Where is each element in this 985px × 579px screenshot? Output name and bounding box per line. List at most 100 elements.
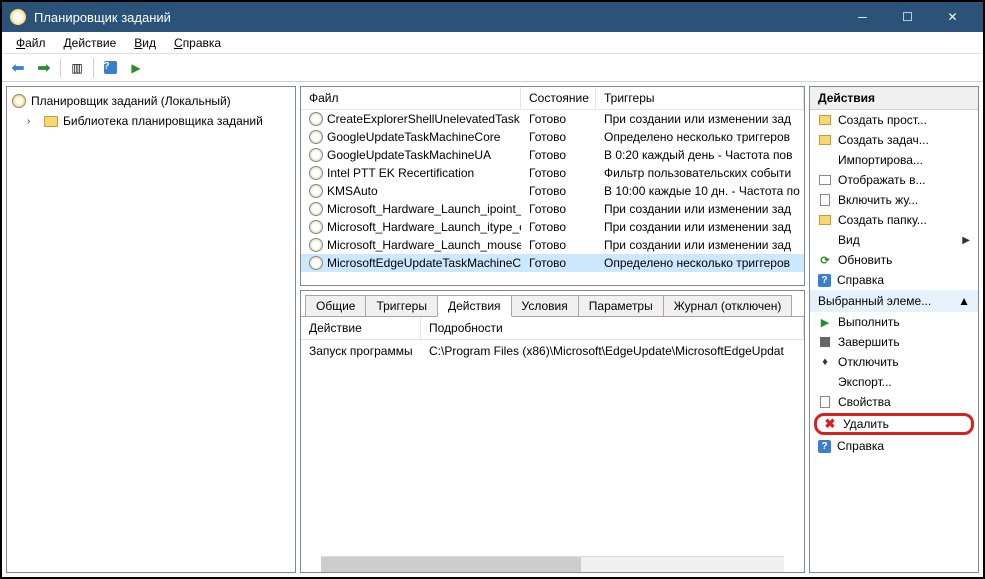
display-icon (818, 173, 832, 187)
folder-icon (43, 113, 59, 129)
menu-action[interactable]: Действие (56, 34, 125, 52)
tab-settings[interactable]: Параметры (578, 295, 664, 316)
task-list-header: Файл Состояние Триггеры (301, 87, 804, 110)
action-properties[interactable]: Свойства (810, 392, 978, 412)
stop-icon (818, 335, 832, 349)
back-button[interactable]: ⬅ (6, 57, 30, 79)
task-icon (309, 238, 323, 252)
menu-view[interactable]: Вид (126, 34, 164, 52)
run-icon: ▶ (131, 61, 140, 75)
actions-header: Действия (810, 87, 978, 110)
task-icon (309, 166, 323, 180)
refresh-icon: ⟳ (818, 253, 832, 267)
action-import[interactable]: Импортирова... (810, 150, 978, 170)
tab-actions[interactable]: Действия (437, 295, 512, 317)
help-icon: ? (818, 440, 831, 453)
horizontal-scrollbar[interactable] (321, 556, 784, 572)
action-help-2[interactable]: ?Справка (810, 436, 978, 456)
create-icon (818, 113, 832, 127)
action-refresh[interactable]: ⟳Обновить (810, 250, 978, 270)
action-disable[interactable]: ♦Отключить (810, 352, 978, 372)
detail-row[interactable]: Запуск программы C:\Program Files (x86)\… (301, 340, 804, 362)
forward-arrow-icon: ➡ (37, 58, 50, 78)
clock-icon (11, 93, 27, 109)
task-icon (309, 256, 323, 270)
import-icon (818, 153, 832, 167)
center-panel: Файл Состояние Триггеры CreateExplorerSh… (300, 86, 805, 573)
help-button[interactable]: ? (98, 57, 122, 79)
detail-action-value: Запуск программы (301, 342, 421, 360)
create-task-icon (818, 133, 832, 147)
action-delete[interactable]: ✖Удалить (814, 413, 974, 435)
action-end[interactable]: Завершить (810, 332, 978, 352)
detail-scroll-area (301, 362, 804, 556)
play-icon: ▶ (818, 315, 832, 329)
log-icon (818, 193, 832, 207)
header-triggers[interactable]: Триггеры (596, 87, 804, 109)
run-button[interactable]: ▶ (124, 57, 148, 79)
actions-panel: Действия Создать прост... Создать задач.… (809, 86, 979, 573)
toolbar-separator (93, 59, 94, 77)
tab-triggers[interactable]: Триггеры (365, 295, 438, 316)
detail-panel: Общие Триггеры Действия Условия Параметр… (300, 290, 805, 573)
toolbar-separator (60, 59, 61, 77)
action-view[interactable]: Вид▶ (810, 230, 978, 250)
help-icon: ? (104, 61, 117, 74)
delete-icon: ✖ (823, 417, 837, 431)
task-icon (309, 148, 323, 162)
disable-icon: ♦ (818, 355, 832, 369)
titlebar: Планировщик заданий ─ ☐ ✕ (2, 2, 983, 32)
tab-conditions[interactable]: Условия (511, 295, 579, 316)
window-controls: ─ ☐ ✕ (840, 2, 975, 32)
tree-root[interactable]: Планировщик заданий (Локальный) (11, 91, 291, 111)
action-display-all[interactable]: Отображать в... (810, 170, 978, 190)
task-icon (309, 220, 323, 234)
show-hide-button[interactable]: ▥ (65, 57, 89, 79)
task-row[interactable]: Microsoft_Hardware_Launch_itype_exeГотов… (301, 218, 804, 236)
detail-header-details[interactable]: Подробности (421, 317, 804, 339)
scrollbar-thumb[interactable] (321, 557, 581, 572)
back-arrow-icon: ⬅ (11, 58, 24, 78)
action-export[interactable]: Экспорт... (810, 372, 978, 392)
action-section-selected[interactable]: Выбранный элеме...▲ (810, 290, 978, 312)
task-row[interactable]: GoogleUpdateTaskMachineUAГотовоВ 0:20 ка… (301, 146, 804, 164)
close-button[interactable]: ✕ (930, 2, 975, 32)
maximize-button[interactable]: ☐ (885, 2, 930, 32)
task-row[interactable]: Microsoft_Hardware_Launch_mouse...Готово… (301, 236, 804, 254)
detail-details-value: C:\Program Files (x86)\Microsoft\EdgeUpd… (421, 342, 804, 360)
task-row[interactable]: KMSAutoГотовоВ 10:00 каждые 10 дн. - Час… (301, 182, 804, 200)
task-row[interactable]: Microsoft_Hardware_Launch_ipoint_...Гото… (301, 200, 804, 218)
task-row[interactable]: GoogleUpdateTaskMachineCoreГотовоОпредел… (301, 128, 804, 146)
action-run[interactable]: ▶Выполнить (810, 312, 978, 332)
properties-icon (818, 395, 832, 409)
main-content: Планировщик заданий (Локальный) › Библио… (2, 82, 983, 577)
new-folder-icon (818, 213, 832, 227)
action-help[interactable]: ?Справка (810, 270, 978, 290)
task-list: Файл Состояние Триггеры CreateExplorerSh… (300, 86, 805, 286)
detail-tabs: Общие Триггеры Действия Условия Параметр… (301, 291, 804, 316)
view-icon (818, 233, 832, 247)
chevron-right-icon[interactable]: › (27, 116, 39, 127)
minimize-button[interactable]: ─ (840, 2, 885, 32)
help-icon: ? (818, 274, 831, 287)
action-enable-history[interactable]: Включить жу... (810, 190, 978, 210)
export-icon (818, 375, 832, 389)
window-title: Планировщик заданий (34, 10, 840, 25)
tab-history[interactable]: Журнал (отключен) (663, 295, 793, 316)
forward-button[interactable]: ➡ (32, 57, 56, 79)
task-row[interactable]: Intel PTT EK RecertificationГотовоФильтр… (301, 164, 804, 182)
detail-header-action[interactable]: Действие (301, 317, 421, 339)
task-icon (309, 184, 323, 198)
task-row[interactable]: MicrosoftEdgeUpdateTaskMachineC...Готово… (301, 254, 804, 272)
action-create-task[interactable]: Создать задач... (810, 130, 978, 150)
menu-file[interactable]: Файл (8, 34, 54, 52)
action-create-basic[interactable]: Создать прост... (810, 110, 978, 130)
tab-general[interactable]: Общие (305, 295, 366, 316)
menu-help[interactable]: Справка (166, 34, 229, 52)
tree-root-label: Планировщик заданий (Локальный) (31, 94, 231, 108)
header-status[interactable]: Состояние (521, 87, 596, 109)
header-file[interactable]: Файл (301, 87, 521, 109)
action-new-folder[interactable]: Создать папку... (810, 210, 978, 230)
task-row[interactable]: CreateExplorerShellUnelevatedTaskГотовоП… (301, 110, 804, 128)
tree-library[interactable]: › Библиотека планировщика заданий (11, 111, 291, 131)
